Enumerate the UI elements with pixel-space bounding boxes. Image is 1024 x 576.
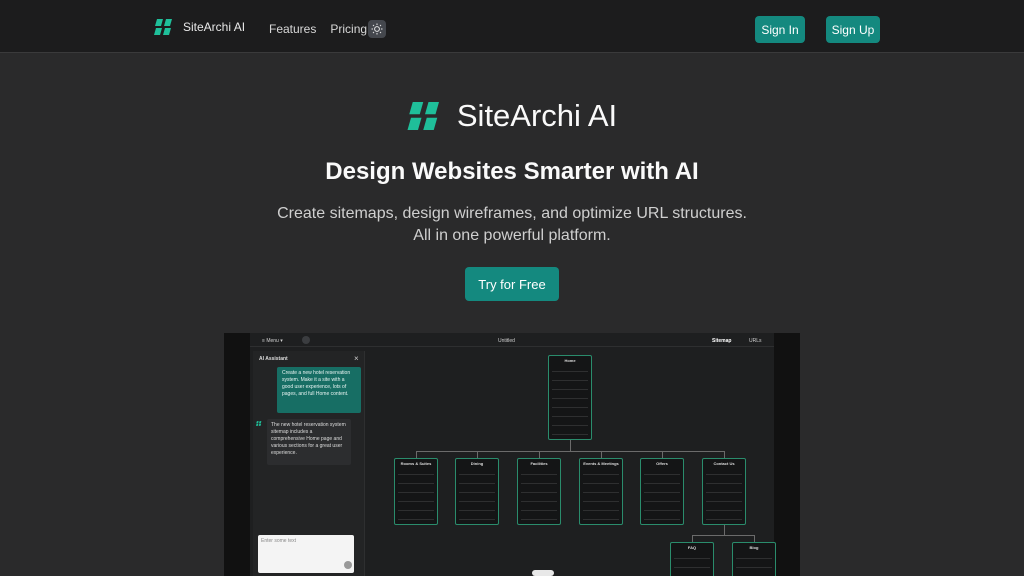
send-icon <box>344 561 352 569</box>
preview-settings-icon <box>302 336 310 344</box>
preview-ai-input: Enter some text <box>258 535 354 573</box>
sign-in-button[interactable]: Sign In <box>755 16 805 43</box>
sitemap-node-blog: Blog <box>732 542 776 576</box>
sitemap-node-dining: Dining <box>455 458 499 525</box>
close-icon: × <box>354 354 359 363</box>
preview-ai-message: The new hotel reservation system sitemap… <box>267 419 351 465</box>
app-preview-image: ≡ Menu ▾ Untitled Sitemap URLs AI Assist… <box>224 333 800 576</box>
preview-zoom-controls <box>532 570 554 576</box>
theme-toggle-button[interactable] <box>368 20 386 38</box>
nav-pricing[interactable]: Pricing <box>330 22 367 36</box>
connector <box>539 451 540 458</box>
preview-menu: ≡ Menu ▾ <box>262 338 283 344</box>
connector <box>692 535 693 542</box>
ai-avatar-icon <box>256 421 262 426</box>
hero-brand: SiteArchi AI <box>0 98 1024 134</box>
brand-name: SiteArchi AI <box>183 20 246 34</box>
node-title: Rooms & Suites <box>400 461 432 466</box>
preview-tab-urls: URLs <box>749 338 762 344</box>
sitemap-node-rooms: Rooms & Suites <box>394 458 438 525</box>
node-title: Events & Meetings <box>583 461 619 466</box>
preview-doc-title: Untitled <box>498 338 515 344</box>
preview-tab-sitemap: Sitemap <box>712 338 732 344</box>
nav-features[interactable]: Features <box>269 22 316 36</box>
sitemap-node-events: Events & Meetings <box>579 458 623 525</box>
sign-up-button[interactable]: Sign Up <box>826 16 880 43</box>
preview-user-message: Create a new hotel reservation system. M… <box>277 367 361 413</box>
app-preview-canvas: ≡ Menu ▾ Untitled Sitemap URLs AI Assist… <box>250 333 776 576</box>
node-title: Dining <box>470 461 484 466</box>
node-title: Offers <box>656 461 668 466</box>
sitemap-node-home: Home <box>548 355 592 440</box>
node-title: Contact Us <box>713 461 735 466</box>
preview-ai-title: AI Assistant <box>259 356 288 362</box>
hero-subline-2: All in one powerful platform. <box>413 227 611 244</box>
sitemap-node-faq: FAQ <box>670 542 714 576</box>
page-headline: Design Websites Smarter with AI <box>325 158 699 185</box>
hero-brand-name: SiteArchi AI <box>456 98 618 133</box>
connector <box>662 451 663 458</box>
try-for-free-button[interactable]: Try for Free <box>465 267 559 301</box>
sitemap-node-facilities: Facilities <box>517 458 561 525</box>
connector <box>570 440 571 451</box>
sitemap-node-offers: Offers <box>640 458 684 525</box>
connector <box>601 451 602 458</box>
node-title: Home <box>564 358 576 363</box>
preview-ai-panel: AI Assistant × Create a new hotel reserv… <box>253 351 365 576</box>
connector <box>692 535 754 536</box>
hero-subline-1: Create sitemaps, design wireframes, and … <box>277 205 747 222</box>
main-nav: Features Pricing <box>269 22 367 36</box>
connector <box>416 451 417 458</box>
node-title: FAQ <box>687 545 697 550</box>
node-title: Blog <box>749 545 759 550</box>
brand-link[interactable]: SiteArchi AI <box>154 19 245 35</box>
preview-toolbar: ≡ Menu ▾ Untitled Sitemap URLs <box>250 333 774 347</box>
preview-input-placeholder: Enter some text <box>261 538 297 544</box>
sitemap-node-contact: Contact Us <box>702 458 746 525</box>
preview-menu-label: Menu <box>266 338 279 344</box>
logo-icon <box>407 102 439 130</box>
logo-icon <box>154 19 172 35</box>
connector <box>416 451 724 452</box>
connector <box>724 451 725 458</box>
node-title: Facilities <box>530 461 548 466</box>
sun-icon <box>371 23 383 35</box>
top-navigation-bar: SiteArchi AI Features Pricing Sign In Si… <box>0 0 1024 53</box>
connector <box>754 535 755 542</box>
connector <box>724 525 725 535</box>
connector <box>477 451 478 458</box>
